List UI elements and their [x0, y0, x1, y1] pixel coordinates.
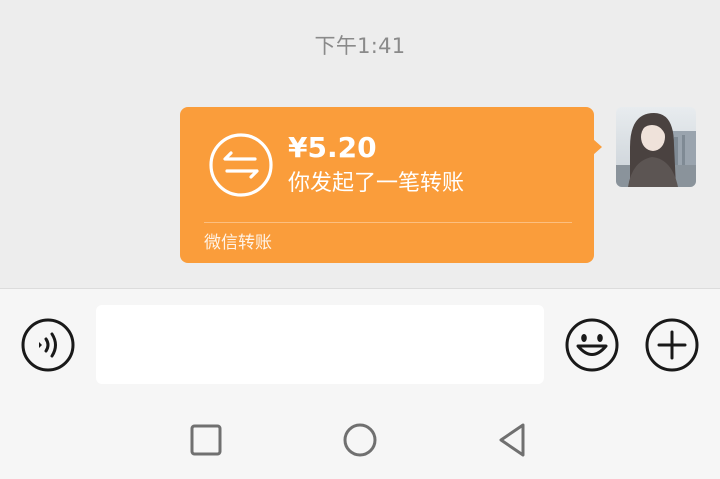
plus-icon[interactable]	[644, 317, 700, 373]
voice-icon[interactable]	[20, 317, 76, 373]
bubble-tail	[593, 139, 602, 155]
triangle-back-icon[interactable]	[493, 420, 533, 460]
avatar-photo-icon	[616, 107, 696, 187]
transfer-arrows-icon	[209, 133, 273, 197]
transfer-message-card[interactable]: ¥5.20 你发起了一笔转账 微信转账	[180, 107, 602, 263]
input-bar	[0, 288, 720, 479]
message-input[interactable]	[96, 305, 544, 384]
emoji-icon[interactable]	[564, 317, 620, 373]
chat-area: 下午1:41 ¥5.20 你发起了一笔转账 微信转账	[0, 0, 720, 288]
card-divider	[204, 222, 572, 223]
transfer-footer-label: 微信转账	[204, 233, 272, 253]
transfer-description: 你发起了一笔转账	[288, 171, 465, 196]
message-timestamp: 下午1:41	[314, 34, 406, 58]
transfer-amount: ¥5.20	[288, 131, 377, 164]
user-avatar[interactable]	[616, 107, 696, 187]
circle-icon[interactable]	[340, 420, 380, 460]
square-icon[interactable]	[186, 420, 226, 460]
